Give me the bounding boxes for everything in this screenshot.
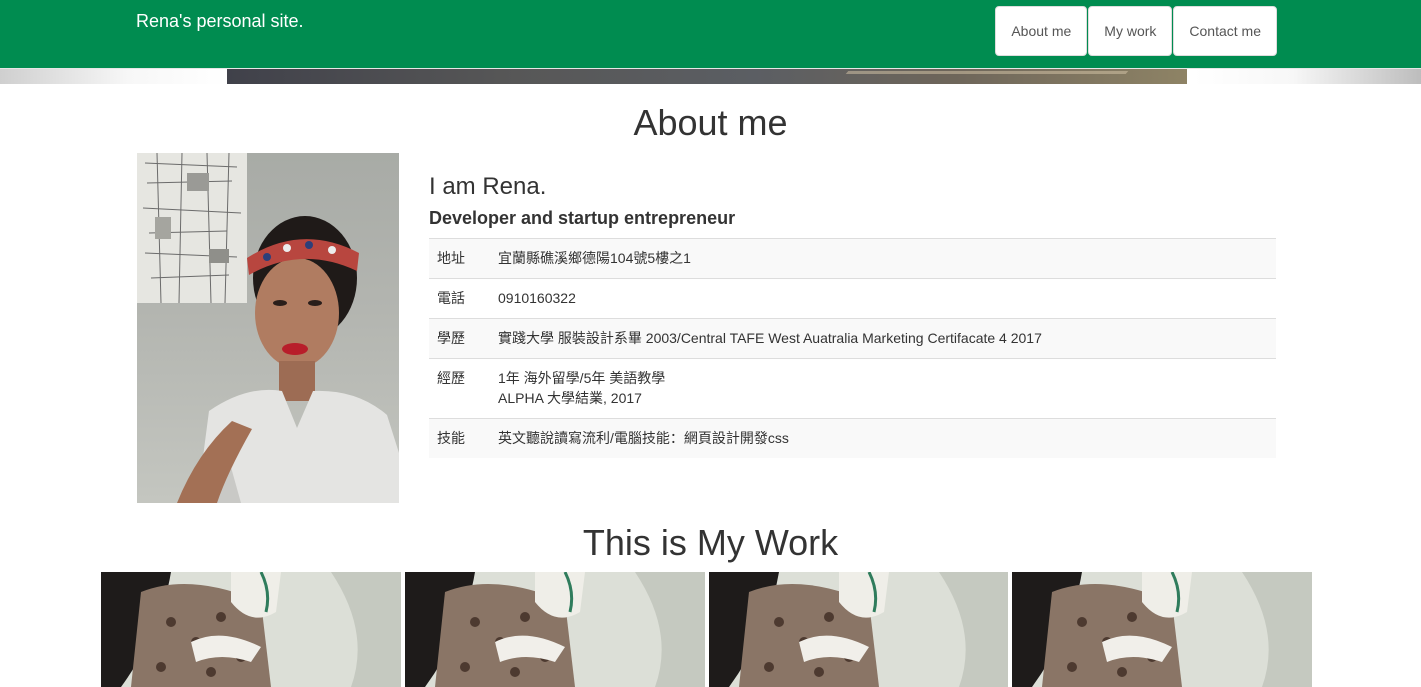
row-label: 地址 (429, 238, 490, 279)
work-thumbnail[interactable] (101, 572, 401, 687)
nav-about-me-button[interactable]: About me (995, 6, 1088, 56)
nav-contact-me-button[interactable]: Contact me (1173, 6, 1277, 56)
intro-role: Developer and startup entrepreneur (429, 208, 736, 228)
row-label: 電話 (429, 278, 490, 319)
row-value-line: ALPHA 大學結業, 2017 (498, 390, 642, 406)
row-value-line: 0910160322 (498, 290, 576, 306)
work-thumbnail[interactable] (1012, 572, 1312, 687)
row-label: 經歷 (429, 358, 490, 419)
banner-image (227, 69, 1187, 84)
table-row: 地址 宜蘭縣礁溪鄉德陽104號5樓之1 (429, 238, 1276, 279)
brand-link[interactable]: Rena's personal site. (136, 11, 304, 31)
row-value: 實踐大學 服裝設計系畢 2003/Central TAFE West Auatr… (490, 318, 1276, 359)
row-value: 1年 海外留學/5年 美語教學 ALPHA 大學結業, 2017 (490, 358, 1276, 419)
row-value: 0910160322 (490, 278, 1276, 319)
table-row: 學歷 實踐大學 服裝設計系畢 2003/Central TAFE West Au… (429, 318, 1276, 359)
work-thumbnail[interactable] (404, 572, 705, 687)
row-value-line: 實踐大學 服裝設計系畢 2003/Central TAFE West Auatr… (498, 330, 1042, 346)
table-row: 技能 英文聽說讀寫流利/電腦技能：網頁設計開發css (429, 418, 1276, 458)
row-value-line: 宜蘭縣礁溪鄉德陽104號5樓之1 (498, 250, 691, 266)
profile-photo (137, 153, 399, 503)
navbar: Rena's personal site. About me My work C… (0, 0, 1421, 69)
row-value-line: 1年 海外留學/5年 美語教學 (498, 370, 666, 386)
table-row: 經歷 1年 海外留學/5年 美語教學 ALPHA 大學結業, 2017 (429, 358, 1276, 419)
about-section-title: About me (633, 102, 788, 143)
work-gallery (101, 572, 1312, 687)
table-row: 電話 0910160322 (429, 278, 1276, 319)
banner (0, 69, 1421, 84)
info-table: 地址 宜蘭縣礁溪鄉德陽104號5樓之1 電話 0910160322 學歷 實踐大… (429, 238, 1276, 458)
work-thumbnail[interactable] (708, 572, 1009, 687)
row-value: 英文聽說讀寫流利/電腦技能：網頁設計開發css (490, 418, 1276, 458)
nav-menu: About me My work Contact me (994, 6, 1277, 56)
row-value: 宜蘭縣礁溪鄉德陽104號5樓之1 (490, 238, 1276, 279)
work-section-title: This is My Work (582, 522, 839, 563)
nav-my-work-button[interactable]: My work (1088, 6, 1173, 56)
row-label: 技能 (429, 418, 490, 458)
intro-name: I am Rena. (429, 173, 547, 200)
row-label: 學歷 (429, 318, 490, 359)
row-value-line: 英文聽說讀寫流利/電腦技能：網頁設計開發css (498, 430, 789, 446)
